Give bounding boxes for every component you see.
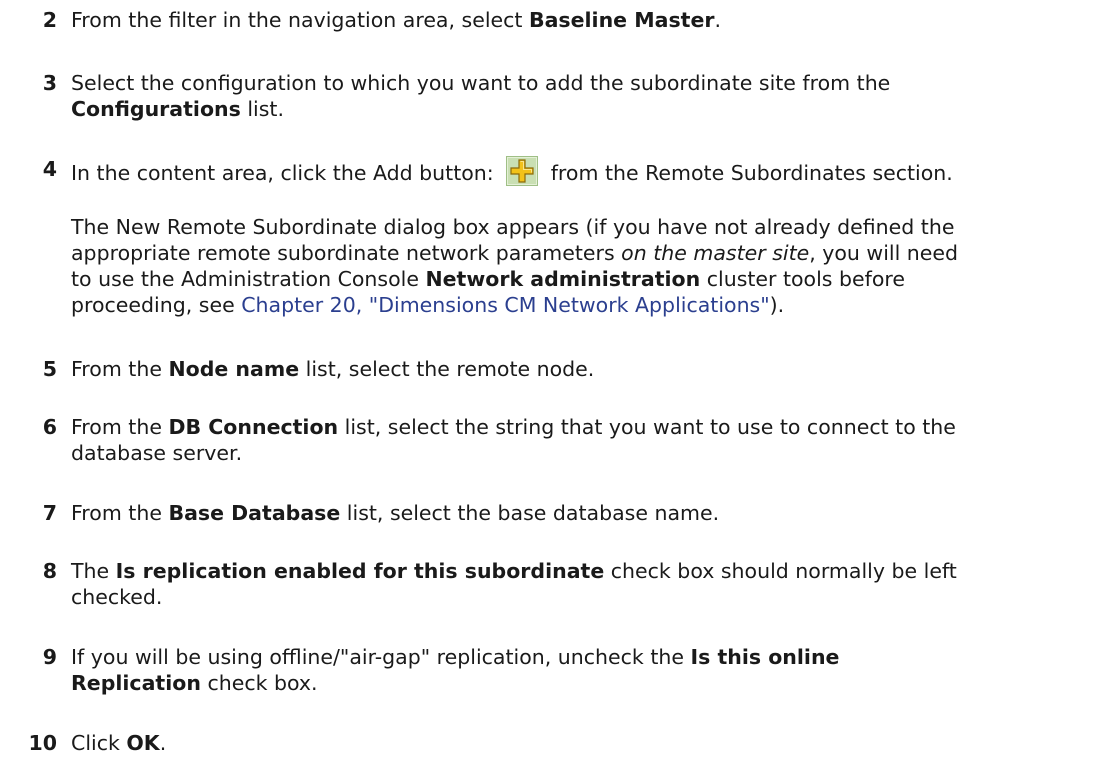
step-4-description: The New Remote Subordinate dialog box ap… [71,215,959,317]
procedure-page: 2 From the filter in the navigation area… [0,0,1120,760]
ui-term: Baseline Master [528,8,715,32]
ui-term: OK [126,731,160,755]
emphasis: on the master site [621,241,810,265]
step-number: 10 [28,731,57,755]
ui-term: Replication [71,671,201,695]
add-plus-icon[interactable] [506,156,539,186]
step-text: If you will be using offline/"air-gap" r… [71,645,840,695]
ui-term: DB Connection [168,415,339,439]
step-text: From the filter in the navigation area, … [71,8,721,32]
step-text: From the Base Database list, select the … [71,501,720,525]
step-text: The Is replication enabled for this subo… [71,559,957,609]
ui-term: Base Database [168,501,341,525]
ui-term: Network administration [425,267,701,291]
step-number: 9 [42,645,57,669]
step-number: 2 [42,8,57,32]
step-number: 3 [42,71,57,95]
step-text: In the content area, click the Add butto… [71,156,1116,186]
chapter-20-link[interactable]: Chapter 20, "Dimensions CM Network Appli… [241,293,769,317]
step-text: Click OK. [71,731,167,755]
step-text: Select the configuration to which you wa… [71,71,891,121]
step-number: 7 [42,501,57,525]
ui-term: Is replication enabled for this subordin… [115,559,605,583]
ui-term: Node name [168,357,300,381]
ui-term: Is this online [690,645,840,669]
step-text: From the Node name list, select the remo… [71,357,595,381]
ui-term: Configurations [71,97,241,121]
step-number: 4 [42,157,57,181]
step-number: 8 [42,559,57,583]
step-text: From the DB Connection list, select the … [71,415,956,465]
step-number: 5 [42,357,57,381]
step-number: 6 [42,415,57,439]
